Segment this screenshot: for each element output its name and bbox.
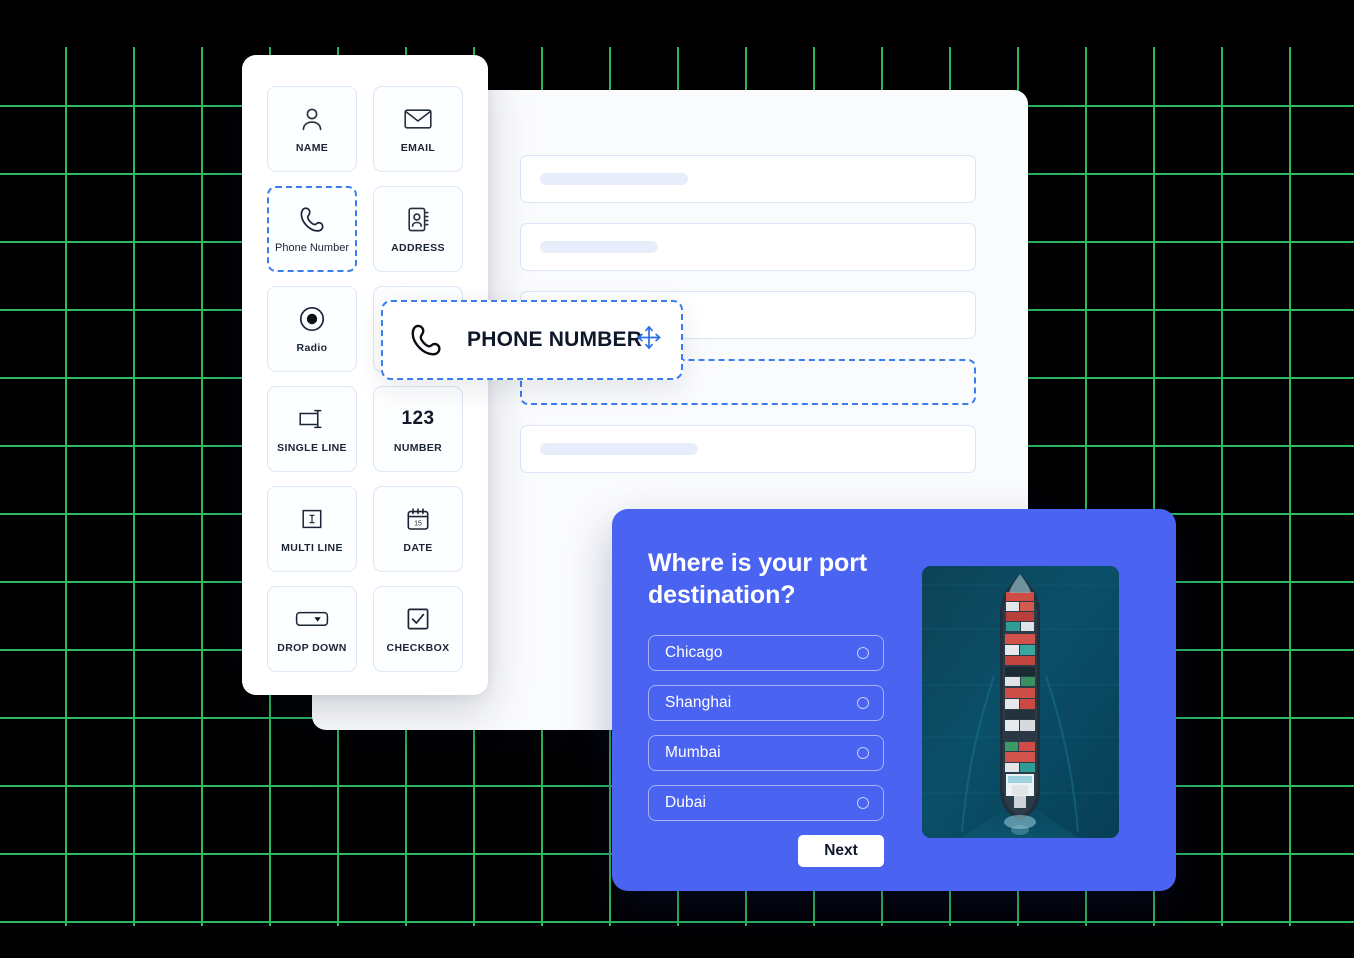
palette-tile-label: ADDRESS [391, 242, 445, 254]
grid-line-vertical [1289, 47, 1291, 926]
ship-illustration [922, 566, 1119, 838]
container-ship-photo [922, 566, 1119, 838]
palette-tile-label: SINGLE LINE [277, 442, 347, 454]
radio-icon[interactable] [857, 747, 869, 759]
next-button[interactable]: Next [798, 835, 884, 867]
svg-text:15: 15 [414, 520, 422, 527]
palette-tile-date[interactable]: 15 DATE [373, 486, 463, 572]
palette-tile-label: CHECKBOX [386, 642, 450, 654]
choice-label: Chicago [665, 644, 723, 661]
choice-option-chicago[interactable]: Chicago [648, 635, 884, 671]
radio-icon [299, 304, 325, 334]
drag-ghost-label: PHONE NUMBER [467, 328, 643, 351]
skeleton-placeholder-bar [540, 443, 698, 455]
choice-option-shanghai[interactable]: Shanghai [648, 685, 884, 721]
skeleton-placeholder-bar [540, 173, 688, 185]
choice-list: Chicago Shanghai Mumbai Dubai [648, 635, 884, 821]
envelope-icon [404, 104, 432, 134]
palette-tile-email[interactable]: EMAIL [373, 86, 463, 172]
palette-tile-name[interactable]: NAME [267, 86, 357, 172]
phone-icon [411, 323, 441, 357]
choice-label: Dubai [665, 794, 706, 811]
palette-tile-label: Radio [296, 342, 328, 354]
skeleton-field[interactable] [520, 155, 976, 203]
palette-tile-label: NUMBER [393, 442, 443, 454]
palette-tile-label: DATE [403, 542, 433, 554]
single-line-icon [297, 404, 327, 434]
grid-line-vertical [65, 47, 67, 926]
question-title: Where is your port destination? [648, 549, 868, 609]
grid-line-vertical [133, 47, 135, 926]
screenshot-stage: NAME EMAIL Phone Number ADDRESS Radio SI… [0, 0, 1354, 958]
palette-tile-label: MULTI LINE [281, 542, 343, 554]
palette-tile-address[interactable]: ADDRESS [373, 186, 463, 272]
calendar-icon: 15 [405, 504, 431, 534]
choice-option-dubai[interactable]: Dubai [648, 785, 884, 821]
palette-tile-label: Phone Number [275, 242, 349, 254]
palette-tile-drop-down[interactable]: DROP DOWN [267, 586, 357, 672]
palette-tile-checkbox[interactable]: CHECKBOX [373, 586, 463, 672]
multi-line-icon [300, 504, 324, 534]
checkbox-icon [406, 604, 430, 634]
skeleton-field[interactable] [520, 425, 976, 473]
skeleton-field[interactable] [520, 223, 976, 271]
number-glyph: 123 [401, 408, 435, 429]
palette-tile-label: EMAIL [400, 142, 436, 154]
dropdown-icon [295, 604, 329, 634]
user-icon [300, 104, 324, 134]
palette-tile-number[interactable]: 123 NUMBER [373, 386, 463, 472]
number-123-icon: 123 [402, 404, 435, 434]
phone-icon [300, 204, 324, 234]
contact-book-icon [407, 204, 430, 234]
palette-tile-radio[interactable]: Radio [267, 286, 357, 372]
radio-icon[interactable] [857, 797, 869, 809]
palette-tile-phone-number[interactable]: Phone Number [267, 186, 357, 272]
choice-option-mumbai[interactable]: Mumbai [648, 735, 884, 771]
palette-tile-single-line[interactable]: SINGLE LINE [267, 386, 357, 472]
grid-line-vertical [1221, 47, 1223, 926]
move-arrows-icon[interactable] [635, 324, 663, 357]
choice-label: Shanghai [665, 694, 732, 711]
radio-icon[interactable] [857, 697, 869, 709]
drag-ghost-phone-number[interactable]: PHONE NUMBER [381, 300, 683, 380]
grid-line-vertical [201, 47, 203, 926]
palette-tile-multi-line[interactable]: MULTI LINE [267, 486, 357, 572]
palette-tile-label: NAME [295, 142, 329, 154]
palette-tile-label: DROP DOWN [277, 642, 347, 654]
choice-label: Mumbai [665, 744, 721, 761]
radio-icon[interactable] [857, 647, 869, 659]
grid-line-horizontal [0, 921, 1354, 923]
skeleton-placeholder-bar [540, 241, 658, 253]
